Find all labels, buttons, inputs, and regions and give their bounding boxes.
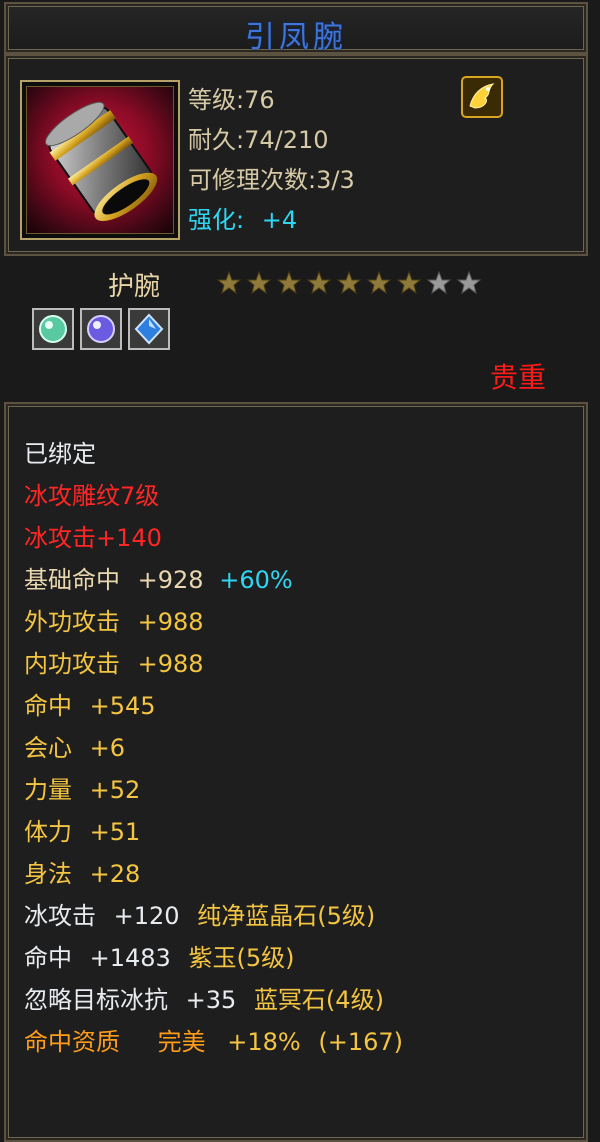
durability-stat: 耐久:74/210 [188,126,329,154]
star-empty-icon [456,270,482,295]
gem2-attr: 命中 [24,944,72,972]
title-bar: 引凤腕 [4,2,588,55]
star-filled-icon [396,270,422,295]
inner-attack-line: 内功攻击 +988 [24,644,204,679]
level-stat: 等级:76 [188,86,275,114]
aptitude-line: 命中资质 完美 +18% (+167) [24,1022,403,1057]
green-gem-icon[interactable] [32,308,74,350]
inner-attack-value: +988 [137,650,204,678]
enhance-label: 强化: [188,206,245,234]
agility-label: 身法 [24,860,72,888]
aptitude-label: 命中资质 [24,1028,120,1056]
aptitude-pct: +18% [227,1028,301,1056]
star-empty-icon [426,270,452,295]
gem3-name: 蓝冥石(4级) [253,986,384,1014]
outer-attack-label: 外功攻击 [24,608,120,636]
stamina-value: +51 [89,818,141,846]
strength-label: 力量 [24,776,72,804]
strength-value: +52 [89,776,141,804]
outer-attack-value: +988 [137,608,204,636]
gem1-value: +120 [113,902,180,930]
base-hit-label: 基础命中 [24,566,120,594]
base-hit-line: 基础命中 +928 +60% [24,560,293,595]
item-name: 引凤腕 [245,20,347,55]
gem2-name: 紫玉(5级) [188,944,295,972]
crit-line: 会心 +6 [24,728,125,763]
bracer-icon [26,86,174,234]
blue-gem-icon[interactable] [128,308,170,350]
outer-attack-line: 外功攻击 +988 [24,602,204,637]
star-rating [216,270,482,296]
star-filled-icon [336,270,362,295]
gem1-name: 纯净蓝晶石(5级) [197,902,376,930]
item-summary: 护腕 贵重 [4,256,584,398]
purple-gem-icon[interactable] [80,308,122,350]
stamina-line: 体力 +51 [24,812,140,847]
dragon-badge-icon [461,76,503,118]
inner-attack-label: 内功攻击 [24,650,120,678]
gem2-line: 命中 +1483 紫玉(5级) [24,938,294,973]
gem3-line: 忽略目标冰抗 +35 蓝冥石(4级) [24,980,384,1015]
strength-line: 力量 +52 [24,770,140,805]
agility-line: 身法 +28 [24,854,140,889]
star-filled-icon [306,270,332,295]
ice-attack-line: 冰攻击+140 [24,524,162,552]
star-filled-icon [216,270,242,295]
item-info-panel: 等级:76 耐久:74/210 可修理次数:3/3 强化: +4 [4,54,588,256]
agility-value: +28 [89,860,141,888]
engrave-line: 冰攻雕纹7级 [24,482,160,510]
star-filled-icon [246,270,272,295]
hit-line: 命中 +545 [24,686,156,721]
item-type: 护腕 [108,272,161,302]
aptitude-grade: 完美 [157,1028,206,1056]
gem1-attr: 冰攻击 [24,902,96,930]
item-properties: 已绑定 冰攻雕纹7级 冰攻击+140 基础命中 +928 +60% 外功攻击 +… [4,402,588,1142]
base-hit-value: +928 [137,566,204,594]
gem2-value: +1483 [89,944,171,972]
hit-label: 命中 [24,692,72,720]
star-filled-icon [366,270,392,295]
item-portrait[interactable] [20,80,180,240]
stamina-label: 体力 [24,818,72,846]
gem3-attr: 忽略目标冰抗 [24,986,168,1014]
hit-value: +545 [89,692,156,720]
bound-status: 已绑定 [24,440,96,468]
enhance-stat: 强化: +4 [188,200,297,235]
repair-count-stat: 可修理次数:3/3 [188,166,355,194]
crit-value: +6 [89,734,126,762]
enhance-value: +4 [261,206,298,234]
aptitude-bonus: (+167) [318,1028,404,1056]
gem1-line: 冰攻击 +120 纯净蓝晶石(5级) [24,896,375,931]
gem-slots [32,308,170,350]
crit-label: 会心 [24,734,72,762]
base-hit-pct: +60% [219,566,293,594]
rarity-label: 贵重 [489,361,546,394]
gem3-value: +35 [185,986,237,1014]
star-filled-icon [276,270,302,295]
